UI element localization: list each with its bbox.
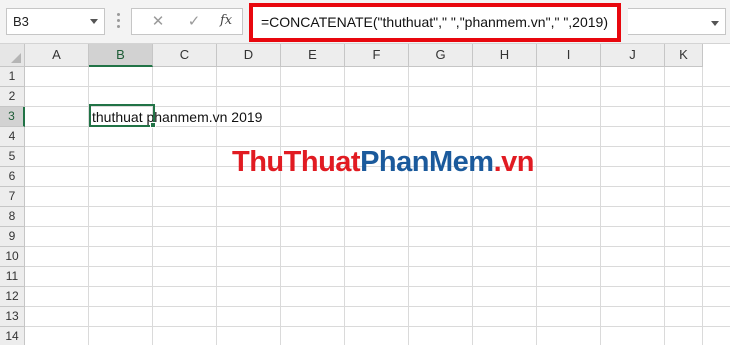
select-all-button[interactable] <box>0 44 25 67</box>
column-header-i[interactable]: I <box>537 44 601 67</box>
column-header-k[interactable]: K <box>665 44 703 67</box>
row-header-1[interactable]: 1 <box>0 67 25 87</box>
column-header-h[interactable]: H <box>473 44 537 67</box>
row-header-14[interactable]: 14 <box>0 327 25 345</box>
row-header-8[interactable]: 8 <box>0 207 25 227</box>
column-header-g[interactable]: G <box>409 44 473 67</box>
gridline-horizontal <box>25 326 730 327</box>
gridline-horizontal <box>25 86 730 87</box>
row-header-2[interactable]: 2 <box>0 87 25 107</box>
gridline-horizontal <box>25 246 730 247</box>
worksheet-grid[interactable]: ABCDEFGHIJK 1 2 3 4 5 6 7 8 9 10 11 12 13 14 thuthuat… <box>0 44 730 345</box>
name-box[interactable]: B3 <box>6 8 105 35</box>
row-header-6[interactable]: 6 <box>0 167 25 187</box>
formula-bar-extension[interactable] <box>628 8 726 35</box>
column-header-a[interactable]: A <box>25 44 89 67</box>
gridline-horizontal <box>25 306 730 307</box>
column-header-j[interactable]: J <box>601 44 665 67</box>
insert-function-icon[interactable]: fx <box>220 13 232 28</box>
formula-text: =CONCATENATE("thuthuat"," ","phanmem.vn"… <box>261 14 608 30</box>
column-header-c[interactable]: C <box>153 44 217 67</box>
name-box-value: B3 <box>13 14 29 29</box>
row-header-12[interactable]: 12 <box>0 287 25 307</box>
watermark-part2: PhanMem <box>360 146 494 178</box>
column-header-b[interactable]: B <box>89 44 153 67</box>
gridline-horizontal <box>25 286 730 287</box>
gridline-horizontal <box>25 226 730 227</box>
column-header-d[interactable]: D <box>217 44 281 67</box>
row-header-10[interactable]: 10 <box>0 247 25 267</box>
gridline-horizontal <box>25 186 730 187</box>
row-header-13[interactable]: 13 <box>0 307 25 327</box>
watermark-part3: .vn <box>493 146 535 178</box>
row-header-7[interactable]: 7 <box>0 187 25 207</box>
fill-handle[interactable] <box>150 122 156 128</box>
select-all-icon <box>11 53 21 63</box>
row-header-3[interactable]: 3 <box>0 107 25 127</box>
column-header-e[interactable]: E <box>281 44 345 67</box>
chevron-down-icon[interactable] <box>90 19 98 24</box>
gridline-horizontal <box>25 266 730 267</box>
row-header-11[interactable]: 11 <box>0 267 25 287</box>
active-cell[interactable] <box>89 104 155 127</box>
watermark-logo: ThuThuatPhanMem.vn <box>232 146 534 179</box>
formula-bar-row: B3 ✕ ✓ fx =CONCATENATE("thuthuat"," ","p… <box>0 0 730 44</box>
formula-buttons: ✕ ✓ fx <box>131 8 243 35</box>
column-header-f[interactable]: F <box>345 44 409 67</box>
watermark-part1: ThuThuat <box>232 146 361 178</box>
row-header-5[interactable]: 5 <box>0 147 25 167</box>
gridline-horizontal <box>25 206 730 207</box>
formula-input[interactable]: =CONCATENATE("thuthuat"," ","phanmem.vn"… <box>249 3 621 42</box>
enter-check-icon[interactable]: ✓ <box>184 12 204 32</box>
drag-handle-icon[interactable] <box>117 13 120 31</box>
cancel-icon[interactable]: ✕ <box>148 12 168 32</box>
row-header-9[interactable]: 9 <box>0 227 25 247</box>
row-header-4[interactable]: 4 <box>0 127 25 147</box>
expand-formula-bar-icon[interactable] <box>711 21 719 26</box>
